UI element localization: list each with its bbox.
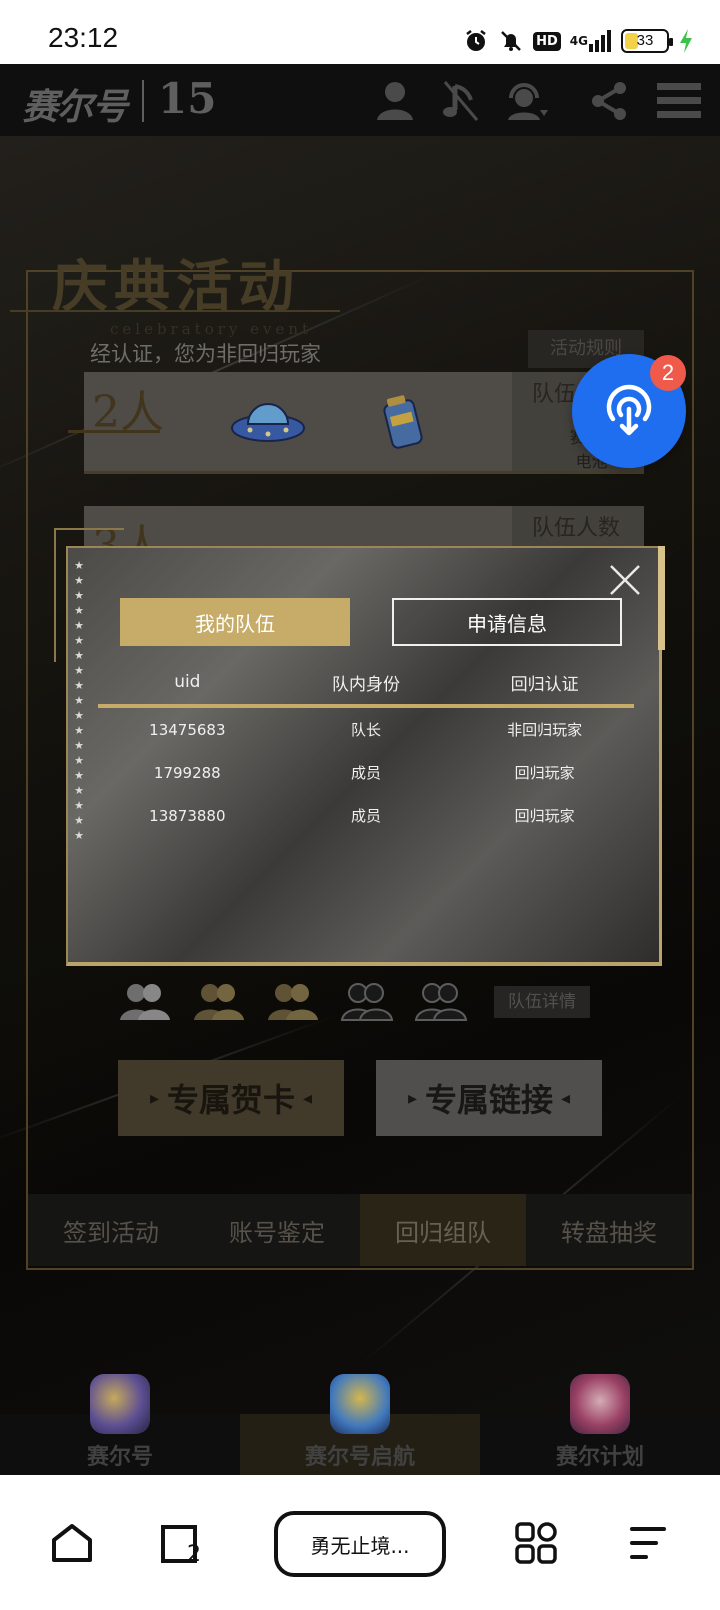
game-seer[interactable]: 赛尔号 <box>0 1374 240 1475</box>
battery-icon: 33 <box>621 29 673 53</box>
status-time: 23:12 <box>48 22 119 53</box>
seer-plan-game-icon <box>570 1374 630 1434</box>
mute-bell-icon <box>498 28 524 54</box>
broadcast-icon <box>606 384 652 436</box>
tab-return-team[interactable]: 回归组队 <box>360 1194 526 1266</box>
menu-icon[interactable] <box>656 78 702 124</box>
tab-applications[interactable]: 申请信息 <box>392 598 622 646</box>
member-icon <box>268 984 318 1020</box>
battery-item-icon <box>380 394 426 454</box>
tab-account-appraisal[interactable]: 账号鉴定 <box>194 1194 360 1266</box>
close-icon[interactable] <box>605 560 645 600</box>
hd-icon: HD <box>533 31 561 51</box>
site-header: 赛尔号 15 <box>0 64 720 136</box>
tab-sign-in[interactable]: 签到活动 <box>28 1194 194 1266</box>
address-bar[interactable]: 勇无止境... <box>274 1511 446 1577</box>
event-subtitle: celebratory event <box>110 320 313 338</box>
team-member-slots <box>118 982 468 1022</box>
home-icon[interactable] <box>48 1519 96 1567</box>
tabs-icon[interactable]: 2 <box>158 1519 206 1567</box>
network-type: 4G <box>569 34 588 48</box>
tab-my-team[interactable]: 我的队伍 <box>120 598 350 646</box>
exclusive-link-label: 专属链接 <box>424 1081 553 1119</box>
game-label: 赛尔计划 <box>555 1444 644 1470</box>
battery-percent: 33 <box>636 32 654 49</box>
game-seer-launch[interactable]: 赛尔号启航 <box>240 1374 480 1475</box>
seer-game-icon <box>90 1374 150 1434</box>
member-icon <box>120 984 170 1020</box>
menu-lines-icon[interactable] <box>624 1519 672 1567</box>
return-status-cell: 回归玩家 <box>514 807 575 825</box>
member-icon <box>340 983 394 1021</box>
reward-label: 队伍 <box>532 382 577 407</box>
title-underline <box>10 310 340 312</box>
exclusive-card-button[interactable]: ▸ 专属贺卡 ◂ <box>118 1060 344 1136</box>
tab-count: 2 <box>187 1542 201 1565</box>
member-icon <box>194 984 244 1020</box>
alarm-icon <box>463 28 489 54</box>
reward-count-underline <box>68 430 160 433</box>
browser-nav-bar: 2 勇无止境... <box>0 1475 720 1610</box>
game-label: 赛尔号启航 <box>304 1444 415 1470</box>
site-logo[interactable]: 赛尔号 <box>22 78 128 130</box>
user-icon[interactable] <box>372 78 418 124</box>
exclusive-card-label: 专属贺卡 <box>166 1081 295 1119</box>
return-status-cell: 回归玩家 <box>514 764 575 782</box>
arrow-right-icon: ▸ <box>149 1087 159 1109</box>
anniversary-logo: 15 <box>158 74 217 123</box>
team-detail-button[interactable]: 队伍详情 <box>494 986 590 1018</box>
uid-cell: 13873880 <box>149 806 226 825</box>
tab-wheel-lottery[interactable]: 转盘抽奖 <box>526 1194 692 1266</box>
share-icon[interactable] <box>586 78 632 124</box>
game-bar: 赛尔号 赛尔号启航 赛尔计划 <box>0 1374 720 1475</box>
signal-4g-icon: 4G <box>570 29 612 53</box>
notification-badge: 2 <box>650 355 686 391</box>
role-cell: 队长 <box>351 721 382 739</box>
status-bar: 23:12 HD 4G 33 <box>0 0 720 64</box>
music-icon[interactable] <box>438 78 484 124</box>
team-table: uid 队内身份 回归认证 13475683 队长 非回归玩家 1799288 … <box>98 660 634 837</box>
web-content: 赛尔号 15 庆典活动 celebratory event 经认证，您为非回归玩… <box>0 64 720 1475</box>
logo-divider <box>142 80 144 122</box>
return-status-cell: 非回归玩家 <box>507 721 583 739</box>
column-header-return-status: 回归认证 <box>510 674 579 695</box>
column-header-uid: uid <box>174 672 201 692</box>
exclusive-link-button[interactable]: ▸ 专属链接 ◂ <box>376 1060 602 1136</box>
team-modal: ★ ★ ★ ★ ★ ★ ★ ★ ★ ★ ★ ★ ★ ★ ★ ★ ★ ★ ★ 我的队伍 申请信息 uid 队内身份 回… <box>66 546 662 966</box>
uid-cell: 1799288 <box>153 763 221 782</box>
modal-accent-bar <box>658 546 665 650</box>
battery-cap <box>669 38 673 46</box>
verify-status: 经认证，您为非回归玩家 <box>90 342 321 366</box>
customer-service-icon[interactable] <box>504 78 550 124</box>
status-icons: HD 4G 33 <box>463 26 694 56</box>
ufo-icon <box>230 392 306 454</box>
event-tabs: 签到活动 账号鉴定 回归组队 转盘抽奖 <box>28 1194 692 1266</box>
table-header: uid 队内身份 回归认证 <box>98 660 634 708</box>
charging-icon <box>678 28 694 54</box>
table-row: 13873880 成员 回归玩家 <box>98 794 634 837</box>
reward-card: 2人 队伍 赛尔豆*5 电池*88 <box>68 372 644 474</box>
role-cell: 成员 <box>351 807 382 825</box>
arrow-left-icon: ◂ <box>561 1087 571 1109</box>
role-cell: 成员 <box>351 764 382 782</box>
game-seer-plan[interactable]: 赛尔计划 <box>480 1374 720 1475</box>
uid-cell: 13475683 <box>149 720 226 739</box>
arrow-left-icon: ◂ <box>303 1087 313 1109</box>
seer-launch-game-icon <box>330 1374 390 1434</box>
apps-icon[interactable] <box>512 1519 560 1567</box>
arrow-right-icon: ▸ <box>407 1087 417 1109</box>
member-icon <box>414 983 468 1021</box>
game-label: 赛尔号 <box>86 1444 153 1470</box>
table-row: 13475683 队长 非回归玩家 <box>98 708 634 751</box>
column-header-role: 队内身份 <box>332 674 400 695</box>
reward-label: 队伍人数 <box>532 516 621 541</box>
table-row: 1799288 成员 回归玩家 <box>98 751 634 794</box>
decor-stars: ★ ★ ★ ★ ★ ★ ★ ★ ★ ★ ★ ★ ★ ★ ★ ★ ★ ★ ★ <box>74 559 84 842</box>
